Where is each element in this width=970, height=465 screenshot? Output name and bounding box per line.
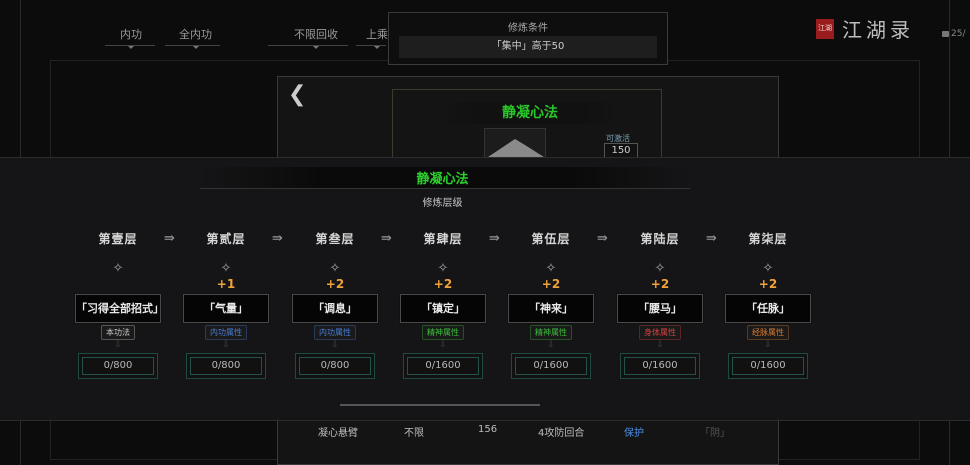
arrow-right-icon: ⇛ [272,231,283,246]
arrow-right-icon: ⇛ [706,231,717,246]
layer-progress: 0/800 [78,353,158,379]
sparkle-icon: ✧ [112,261,124,276]
layer-tag: 内功属性 [314,325,356,340]
layer-item[interactable]: 第伍层 ✧ +2 「神来」 精神属性 ⇩ 0/1600 [501,223,601,390]
row-rounds: 4攻防回合 [538,428,585,439]
filter-label: 内功 [120,28,142,41]
layer-item[interactable]: 第贰层 ✧ +1 「气量」 内功属性 ⇩ 0/800 [176,223,276,390]
layer-item[interactable]: 第叁层 ✧ +2 「调息」 内功属性 ⇩ 0/800 [285,223,385,390]
layer-name: 第伍层 [501,223,601,251]
layer-item[interactable]: 第肆层 ✧ +2 「镇定」 精神属性 ⇩ 0/1600 [393,223,493,390]
brand: 江湖 江湖录 [816,14,914,43]
layer-tag: 精神属性 [530,325,572,340]
layer-bonus: +2 [650,277,670,291]
lock-icon [942,30,949,37]
layer-attribute[interactable]: 「神来」 [507,293,595,324]
layer-name: 第肆层 [393,223,493,251]
brand-count-value: 25/ [951,29,966,39]
sparkle-icon: ✧ [437,261,449,276]
layer-attribute[interactable]: 「调息」 [291,293,379,324]
layer-progress: 0/1600 [511,353,591,379]
cultivation-levels-panel: 静凝心法 修炼层级 第壹层 ✧ 「习得全部招式」 本功法 ⇩ 0/800 ⇛ 第贰层 ✧ +1 「气… [0,157,970,421]
chevron-down-icon: ⇩ [222,340,230,350]
chevron-down-icon: ⇩ [439,340,447,350]
layer-item[interactable]: 第陆层 ✧ +2 「腰马」 身体属性 ⇩ 0/1600 [610,223,710,390]
mountain-illustration [484,128,546,158]
layer-item[interactable]: 第壹层 ✧ 「习得全部招式」 本功法 ⇩ 0/800 [68,223,168,390]
layer-bonus: +2 [433,277,453,291]
row-value: 156 [478,424,498,435]
layer-tag: 内功属性 [205,325,247,340]
condition-title: 修炼条件 [508,23,548,34]
layer-attribute[interactable]: 「任脉」 [724,293,812,324]
layer-progress: 0/800 [186,353,266,379]
layer-tag: 经脉属性 [747,325,789,340]
layer-progress: 0/1600 [403,353,483,379]
filter-label: 不限回收 [294,28,338,41]
sparkle-icon: ✧ [220,261,232,276]
layer-name: 第柒层 [718,223,818,251]
layer-item[interactable]: 第柒层 ✧ +2 「任脉」 经脉属性 ⇩ 0/1600 [718,223,818,390]
skill-card-title: 静凝心法 [440,102,620,124]
filter-label: 上乘 [366,28,388,41]
chevron-down-icon: ⇩ [764,340,772,350]
arrow-right-icon: ⇛ [381,231,392,246]
layer-bonus: +2 [541,277,561,291]
filter-label: 全内功 [179,28,212,41]
chevron-down-icon: ⇩ [331,340,339,350]
filter-underline [268,45,348,46]
layer-attribute[interactable]: 「气量」 [182,293,270,324]
layer-progress: 0/1600 [728,353,808,379]
arrow-right-icon: ⇛ [164,231,175,246]
sparkle-icon: ✧ [329,261,341,276]
layer-name: 第叁层 [285,223,385,251]
back-arrow-icon[interactable]: ❮ [288,84,306,106]
layer-progress: 0/1600 [620,353,700,379]
layer-tag: 本功法 [101,325,135,340]
panel-divider [340,404,540,406]
filter-underline [105,45,155,46]
chevron-down-icon: ⇩ [656,340,664,350]
filter-underline [356,45,386,46]
layer-bonus: +2 [325,277,345,291]
condition-tooltip: 修炼条件 「集中」高于50 [388,12,668,65]
layer-name: 第壹层 [68,223,168,251]
row-limit: 不限 [404,428,424,439]
sparkle-icon: ✧ [762,261,774,276]
layer-bonus: +1 [216,277,236,291]
sparkle-icon: ✧ [654,261,666,276]
brand-seal-icon: 江湖 [816,18,834,39]
layer-progress: 0/800 [295,353,375,379]
layer-attribute[interactable]: 「腰马」 [616,293,704,324]
arrow-right-icon: ⇛ [597,231,608,246]
layer-name: 第贰层 [176,223,276,251]
layer-tag: 身体属性 [639,325,681,340]
filter-underline [165,45,220,46]
layer-attribute[interactable]: 「镇定」 [399,293,487,324]
row-name: 凝心悬臂 [318,428,358,439]
brand-title: 江湖录 [842,18,914,42]
row-effect: 保护 [624,428,644,439]
brand-count: 25/ [942,29,965,39]
layer-attribute[interactable]: 「习得全部招式」 [74,293,164,324]
condition-value: 「集中」高于50 [399,36,657,58]
layer-name: 第陆层 [610,223,710,251]
chevron-down-icon: ⇩ [547,340,555,350]
chevron-down-icon: ⇩ [114,340,122,350]
sparkle-icon: ✧ [545,261,557,276]
row-extra: 「阴」 [700,428,730,439]
layer-bonus: +2 [758,277,778,291]
panel-subtitle: 修炼层级 [422,198,463,209]
arrow-right-icon: ⇛ [489,231,500,246]
panel-title: 静凝心法 [416,172,469,187]
layer-tag: 精神属性 [422,325,464,340]
